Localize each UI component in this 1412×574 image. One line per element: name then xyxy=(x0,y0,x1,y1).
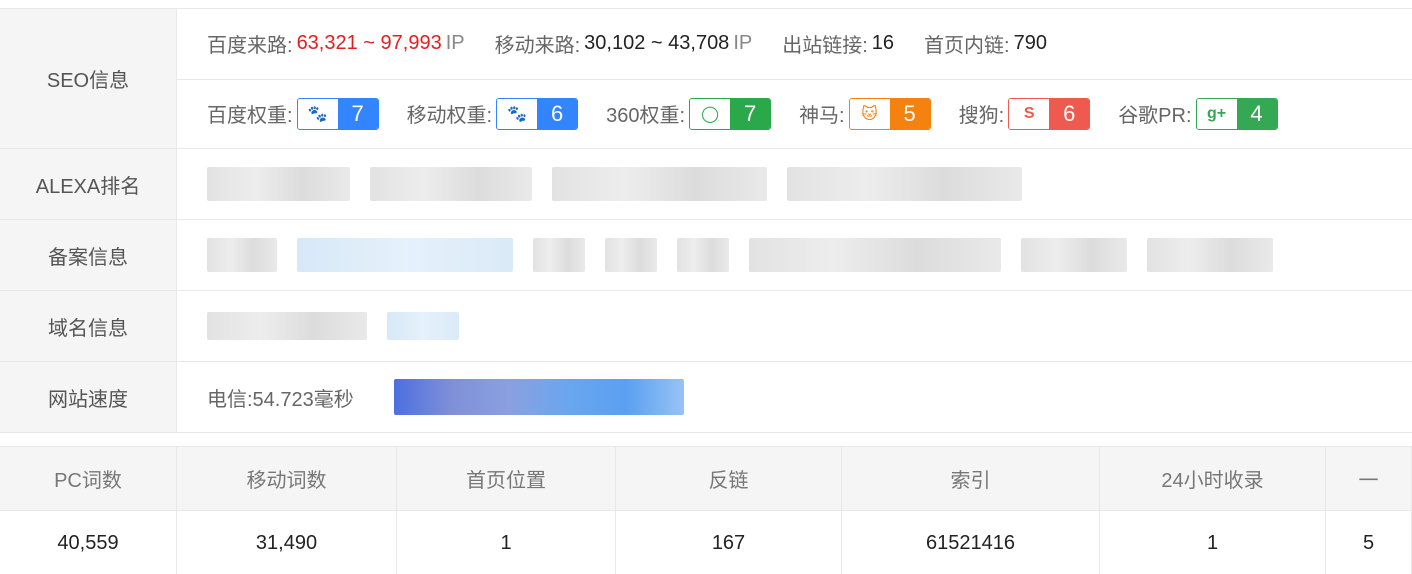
outbound-links: 出站链接: 16 xyxy=(782,29,894,58)
redacted-block xyxy=(297,238,513,272)
stats-value-cell: 40,559 xyxy=(0,511,177,574)
redacted-block xyxy=(207,312,367,340)
redacted-block xyxy=(749,238,1001,272)
weight-label: 百度权重: xyxy=(207,105,293,128)
speed-row: 网站速度 电信:54.723毫秒 xyxy=(0,362,1412,433)
weight-label: 谷歌PR: xyxy=(1118,105,1192,128)
stats-header-cell: 24小时收录 xyxy=(1100,447,1326,510)
weight-value: 4 xyxy=(1236,98,1277,129)
360-icon: ◯ xyxy=(690,98,731,129)
seo-info-content: 百度来路: 63,321 ~ 97,993 IP 移动来路: 30,102 ~ … xyxy=(177,9,1412,148)
redacted-block xyxy=(677,238,729,272)
stats-value-cell: 1 xyxy=(1100,511,1326,574)
traffic-line: 百度来路: 63,321 ~ 97,993 IP 移动来路: 30,102 ~ … xyxy=(177,9,1412,79)
stats-header-cell: 移动词数 xyxy=(177,447,397,510)
baidu-paw-icon: 🐾 xyxy=(297,98,338,129)
redacted-block xyxy=(605,238,657,272)
mobile-traffic-value: 30,102 ~ 43,708 xyxy=(584,32,730,55)
weight-badge[interactable]: ◯ 7 xyxy=(689,97,772,130)
outbound-links-label: 出站链接: xyxy=(782,35,868,58)
redacted-block xyxy=(1147,238,1273,272)
stats-header-cell: 首页位置 xyxy=(397,447,616,510)
stats-value-row: 40,559 31,490 1 167 61521416 1 5 xyxy=(0,511,1412,574)
weight-badge[interactable]: 🐱 5 xyxy=(848,97,931,130)
alexa-label: ALEXA排名 xyxy=(0,149,177,219)
beian-label: 备案信息 xyxy=(0,220,177,290)
stats-header-row: PC词数 移动词数 首页位置 反链 索引 24小时收录一 xyxy=(0,446,1412,511)
weight-value: 7 xyxy=(337,98,378,129)
domain-label: 域名信息 xyxy=(0,291,177,361)
seo-info-label: SEO信息 xyxy=(0,9,177,148)
weight-value: 6 xyxy=(537,98,578,129)
weights-line: 百度权重: 🐾 7 移动权重: 🐾 6 360权重: ◯ 7 神马: 🐱 5 搜狗: S 6 谷歌PR: g+ 4 xyxy=(177,78,1412,149)
stats-value-cell: 1 xyxy=(397,511,616,574)
stats-header-cell: 反链 xyxy=(616,447,842,510)
weight-label: 360权重: xyxy=(606,105,686,128)
weight-value: 6 xyxy=(1049,98,1090,129)
outbound-links-value: 16 xyxy=(871,32,895,55)
stats-value-cell: 61521416 xyxy=(842,511,1100,574)
redacted-block xyxy=(1021,238,1127,272)
stats-header-cell: 一 xyxy=(1326,447,1412,510)
redacted-block xyxy=(552,167,767,201)
stats-value-cell: 31,490 xyxy=(177,511,397,574)
telecom-speed-value: 电信:54.723毫秒 xyxy=(207,388,354,411)
stats-value-cell: 5 xyxy=(1326,511,1412,574)
beian-row: 备案信息 xyxy=(0,220,1412,291)
mobile-traffic-label: 移动来路: xyxy=(494,35,581,58)
weight-value: 7 xyxy=(730,98,771,129)
homepage-inlinks: 首页内链: 790 xyxy=(924,29,1047,58)
sogou-icon: S xyxy=(1009,98,1050,129)
weight-value: 5 xyxy=(889,98,930,129)
stats-value-cell: 167 xyxy=(616,511,842,574)
keyword-stats-table: PC词数 移动词数 首页位置 反链 索引 24小时收录一 40,559 31,490 1 167… xyxy=(0,446,1412,574)
redacted-block xyxy=(787,167,1022,201)
weight-label: 移动权重: xyxy=(406,105,493,128)
weight-badge[interactable]: 🐾 7 xyxy=(296,97,379,130)
weight-label: 搜狗: xyxy=(958,105,1005,128)
redacted-block xyxy=(207,167,350,201)
redacted-block xyxy=(370,167,532,201)
weight-badge[interactable]: g+ 4 xyxy=(1195,97,1278,130)
homepage-inlinks-value: 790 xyxy=(1013,32,1047,55)
speed-content: 电信:54.723毫秒 xyxy=(177,362,1412,432)
site-info-table: SEO信息 百度来路: 63,321 ~ 97,993 IP 移动来路: 30,… xyxy=(0,8,1412,433)
google-plus-icon: g+ xyxy=(1196,98,1237,129)
alexa-content-redacted xyxy=(177,149,1412,219)
seo-info-row: SEO信息 百度来路: 63,321 ~ 97,993 IP 移动来路: 30,… xyxy=(0,9,1412,149)
redacted-speed-graphic xyxy=(393,379,684,415)
shenma-icon: 🐱 xyxy=(849,98,890,129)
redacted-block xyxy=(387,312,459,340)
weight-badge[interactable]: S6 xyxy=(1008,97,1091,130)
stats-header-cell: 索引 xyxy=(842,447,1100,510)
weight-badge[interactable]: 🐾 6 xyxy=(496,97,579,130)
domain-content-redacted xyxy=(177,291,1412,361)
mobile-traffic-unit: IP xyxy=(733,32,753,55)
baidu-traffic: 百度来路: 63,321 ~ 97,993 IP xyxy=(207,29,465,58)
homepage-inlinks-label: 首页内链: xyxy=(924,35,1010,58)
baidu-traffic-unit: IP xyxy=(445,32,465,55)
domain-row: 域名信息 xyxy=(0,291,1412,362)
speed-label: 网站速度 xyxy=(0,362,177,432)
redacted-block xyxy=(533,238,585,272)
weight-label: 神马: xyxy=(799,105,845,128)
redacted-block xyxy=(207,238,277,272)
baidu-traffic-label: 百度来路: xyxy=(207,35,293,58)
mobile-traffic: 移动来路: 30,102 ~ 43,708 IP xyxy=(495,29,753,58)
baidu-traffic-value: 63,321 ~ 97,993 xyxy=(296,32,442,55)
beian-content-redacted xyxy=(177,220,1412,290)
stats-header-cell: PC词数 xyxy=(0,447,177,510)
alexa-row: ALEXA排名 xyxy=(0,149,1412,220)
baidu-mobile-icon: 🐾 xyxy=(497,98,538,129)
